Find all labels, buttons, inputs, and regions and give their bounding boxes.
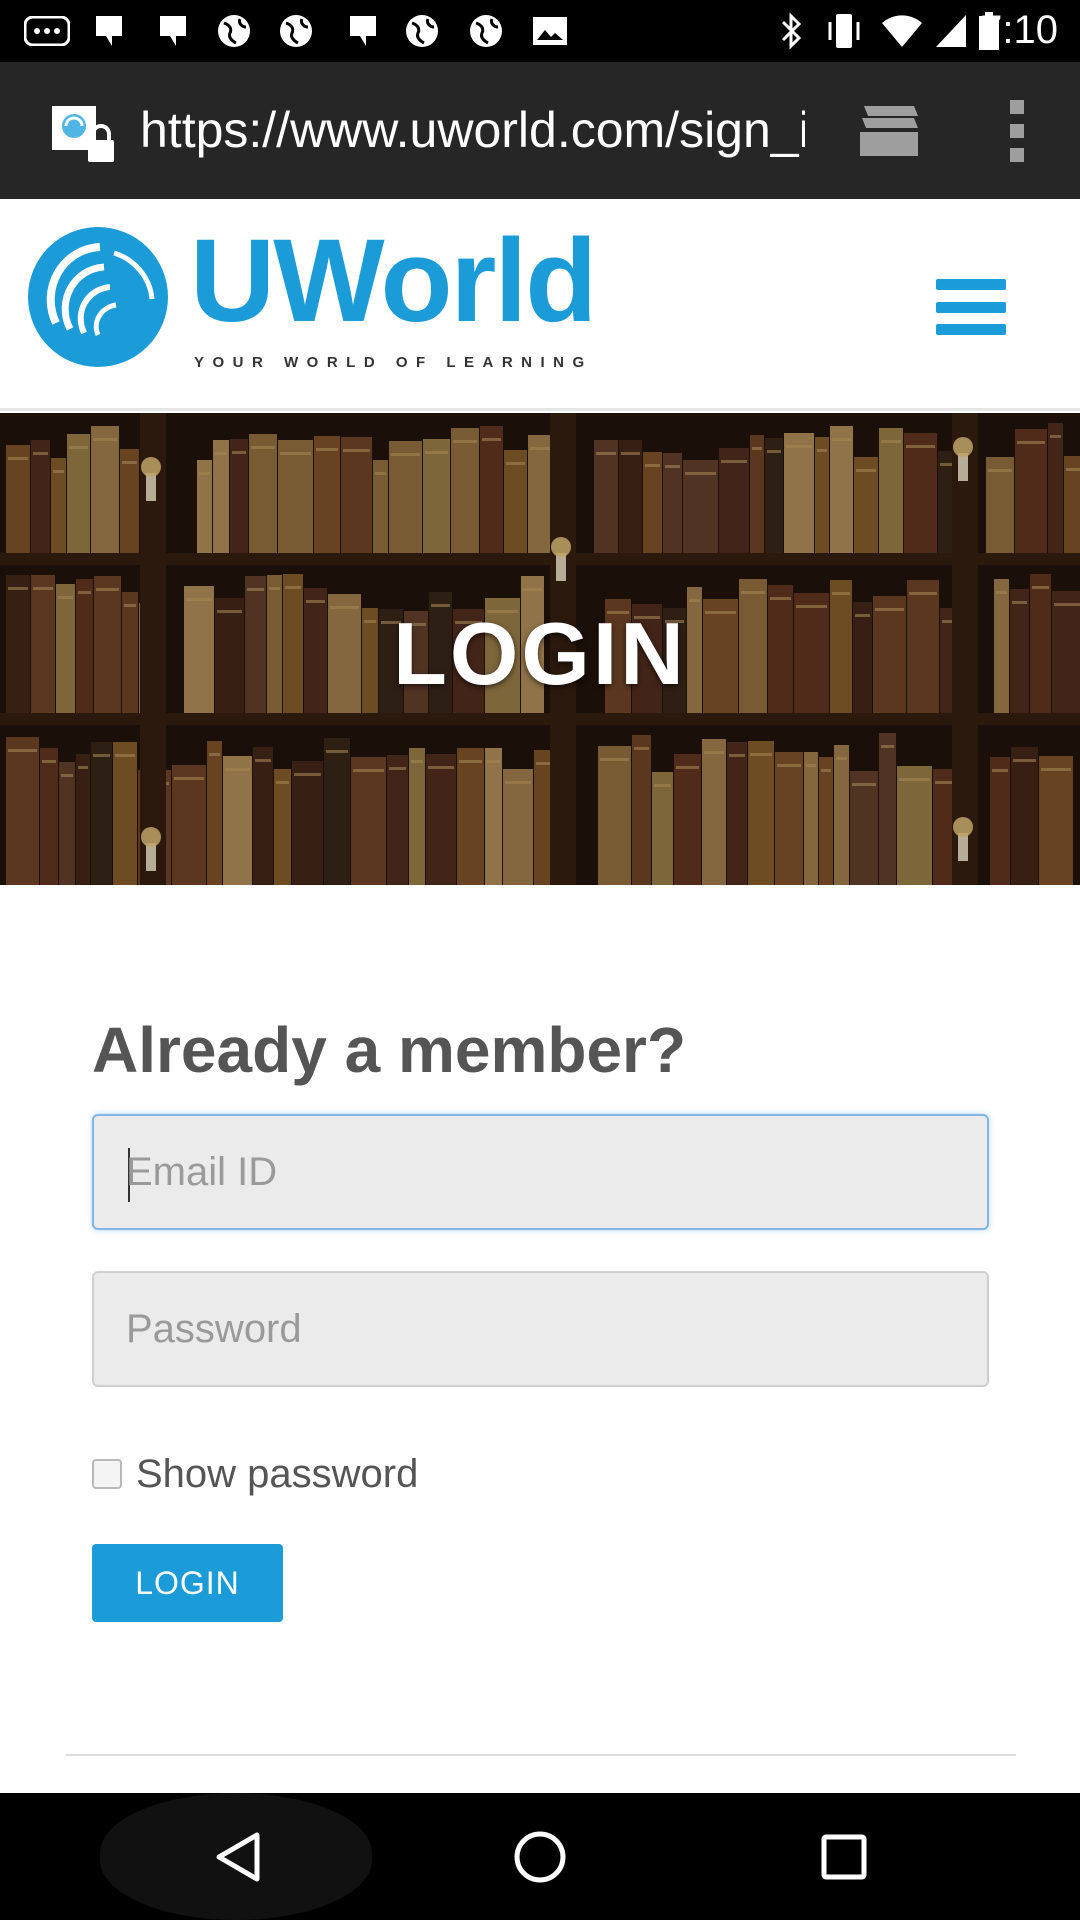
recents-icon[interactable] (810, 1823, 878, 1891)
status-time: 7:10 (980, 8, 1058, 52)
login-button[interactable]: LOGIN (92, 1544, 283, 1622)
password-field[interactable] (92, 1271, 989, 1387)
globe-icon (276, 12, 316, 50)
logo-wordmark[interactable]: UWorld (190, 221, 597, 341)
globe-icon (466, 12, 506, 50)
menu-icon[interactable] (936, 279, 1006, 335)
browser-toolbar: https://www.uworld.com/sign_in (0, 62, 1080, 199)
tabs-icon[interactable] (858, 102, 922, 158)
image-icon (530, 12, 570, 50)
show-password-row[interactable]: Show password (92, 1450, 418, 1498)
app-icon (92, 12, 126, 50)
navigation-bar (0, 1793, 1080, 1920)
show-password-label[interactable]: Show password (136, 1452, 418, 1497)
site-header: UWorld YOUR WORLD OF LEARNING (0, 199, 1080, 411)
hero-banner: LOGIN (0, 413, 1080, 885)
divider (66, 1754, 1016, 1756)
home-icon[interactable] (506, 1823, 574, 1891)
hero-title: LOGIN (393, 604, 687, 703)
url-field[interactable]: https://www.uworld.com/sign_in (140, 100, 805, 160)
signal-icon (934, 12, 968, 50)
email-field[interactable] (92, 1114, 989, 1230)
bluetooth-icon (776, 12, 806, 50)
app-icon (346, 12, 380, 50)
globe-icon (402, 12, 442, 50)
status-bar: 7:10 (0, 0, 1080, 62)
password-input[interactable] (126, 1273, 966, 1385)
vibrate-icon (826, 12, 862, 50)
uworld-logo-icon[interactable] (26, 225, 171, 370)
form-heading: Already a member? (92, 1014, 687, 1086)
wifi-icon (880, 12, 924, 50)
logo-tagline: YOUR WORLD OF LEARNING (194, 354, 593, 371)
notification-icon (22, 12, 72, 50)
globe-icon (214, 12, 254, 50)
site-lock-icon[interactable] (52, 106, 118, 166)
back-icon[interactable] (204, 1823, 272, 1891)
app-icon (156, 12, 190, 50)
show-password-checkbox[interactable] (92, 1459, 122, 1489)
overflow-menu-icon[interactable] (1000, 100, 1034, 162)
email-input[interactable] (126, 1116, 966, 1228)
